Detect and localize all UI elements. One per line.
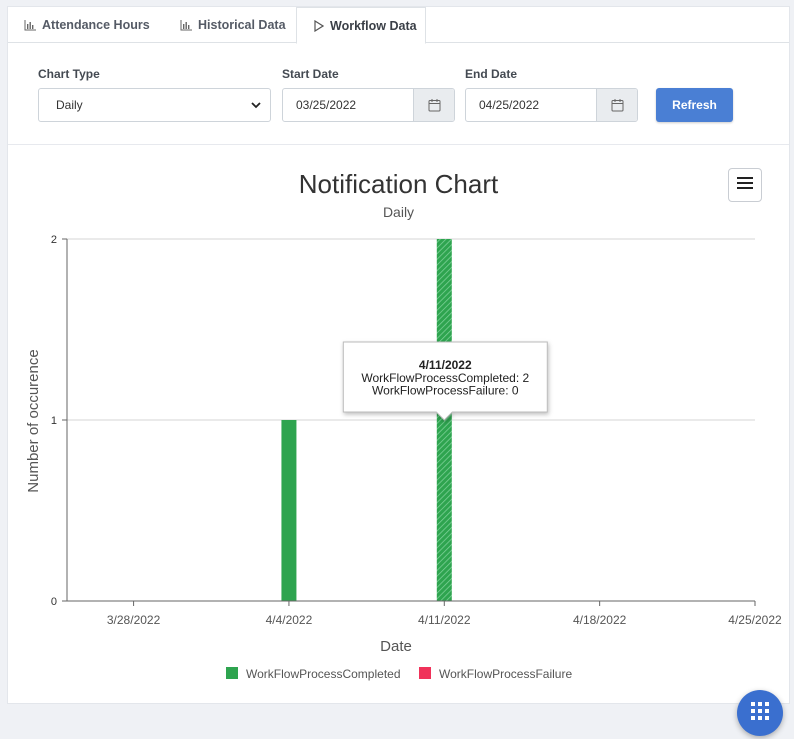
- refresh-button[interactable]: Refresh: [656, 88, 733, 122]
- chevron-down-icon: [250, 99, 262, 114]
- end-date-value: 04/25/2022: [479, 98, 540, 112]
- chart-menu-button[interactable]: [728, 168, 762, 202]
- bar-chart-icon: [24, 19, 36, 31]
- calendar-icon[interactable]: [596, 89, 637, 121]
- tab-label: Attendance Hours: [42, 18, 150, 32]
- chart-subtitle: Daily: [382, 204, 415, 220]
- tab-label: Historical Data: [198, 18, 286, 32]
- chart-title: Notification Chart: [298, 169, 499, 199]
- hamburger-icon: [737, 176, 753, 194]
- tab-bar: Attendance Hours Historical Data Workflo…: [8, 7, 789, 44]
- end-date-label: End Date: [465, 67, 518, 81]
- chart-type-select[interactable]: Daily: [38, 88, 271, 122]
- play-icon: [314, 19, 324, 32]
- chart-type-value: Daily: [56, 98, 83, 112]
- tab-workflow-data[interactable]: Workflow Data: [296, 7, 426, 44]
- calendar-icon[interactable]: [413, 89, 454, 121]
- chart-type-label: Chart Type: [38, 67, 100, 81]
- start-date-value: 03/25/2022: [296, 98, 357, 112]
- tab-label: Workflow Data: [330, 18, 417, 33]
- workflow-card: Attendance Hours Historical Data Workflo…: [7, 6, 790, 704]
- end-date-input[interactable]: 04/25/2022: [465, 88, 638, 122]
- apps-grid-button[interactable]: [737, 690, 783, 736]
- tab-attendance-hours[interactable]: Attendance Hours: [24, 7, 150, 43]
- bar-chart-icon: [180, 19, 192, 31]
- start-date-label: Start Date: [282, 67, 339, 81]
- start-date-input[interactable]: 03/25/2022: [282, 88, 455, 122]
- grid-icon: [750, 701, 770, 726]
- tab-historical-data[interactable]: Historical Data: [180, 7, 286, 43]
- divider: [8, 144, 789, 145]
